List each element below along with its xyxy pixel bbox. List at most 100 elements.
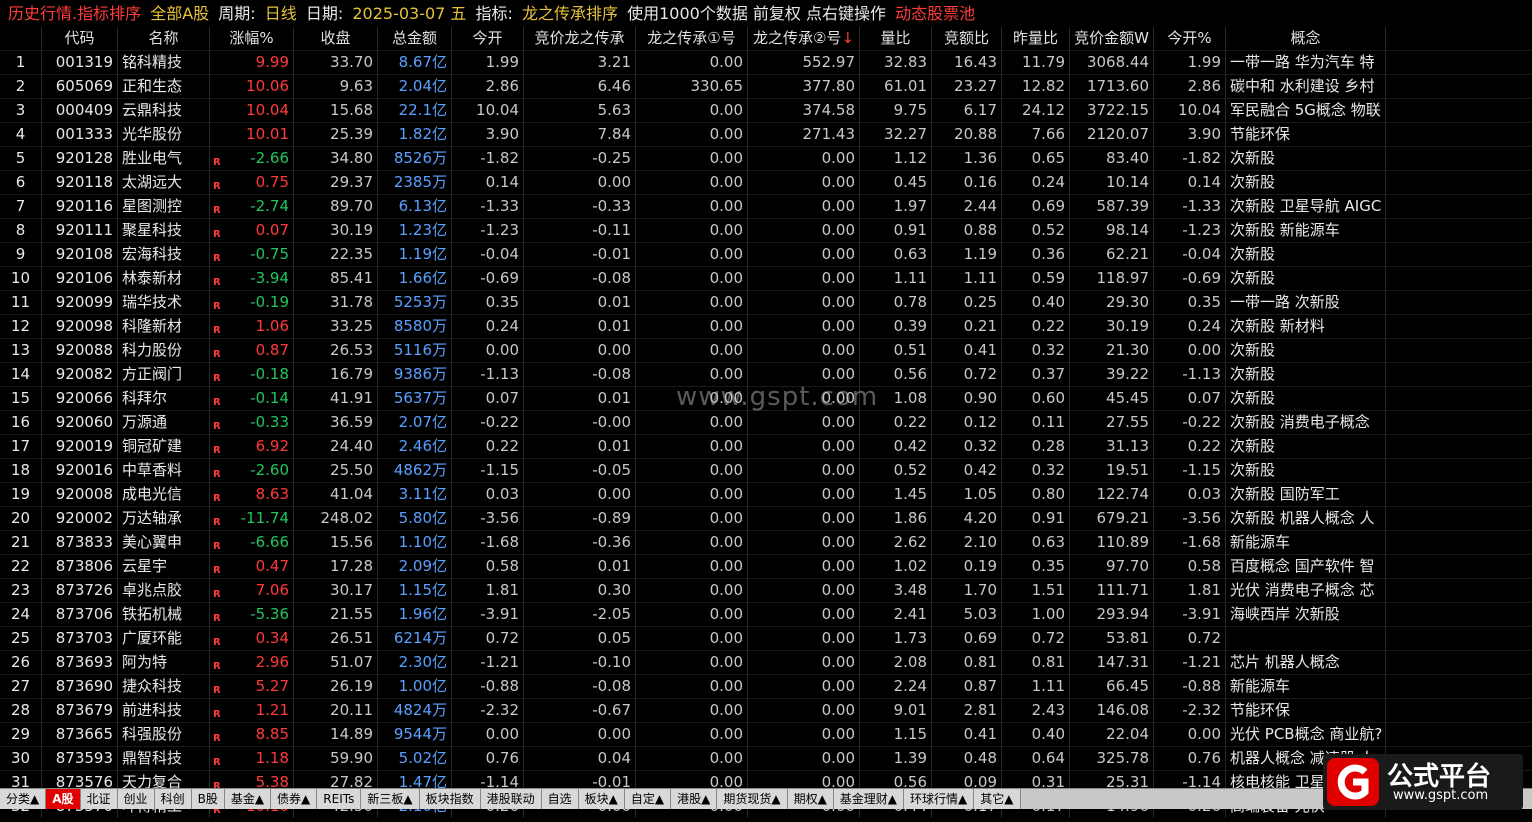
cell-concept: 节能环保 <box>1226 123 1386 146</box>
column-header-11[interactable]: 竞额比 <box>932 27 1002 50</box>
table-row[interactable]: 8 920111 聚星科技 0.07 30.19 1.23亿 -1.23 -0.11 0.00 0… <box>0 218 1532 242</box>
cell-chg: -0.14 <box>210 387 294 410</box>
tab-14[interactable]: 自定▲ <box>624 789 672 809</box>
table-row[interactable]: 5 920128 胜业电气 -2.66 34.80 8526万 -1.82 -0.25 0.00… <box>0 146 1532 170</box>
table-row[interactable]: 7 920116 星图测控 -2.74 89.70 6.13亿 -1.33 -0.33 0.00… <box>0 194 1532 218</box>
cell-n: 12 <box>0 315 42 338</box>
tab-7[interactable]: 债券▲ <box>271 789 318 809</box>
column-header-5[interactable]: 总金额 <box>378 27 452 50</box>
cell-lb: 0.78 <box>860 291 932 314</box>
cell-zlb: 2.43 <box>1002 699 1070 722</box>
table-row[interactable]: 21 873833 美心翼申 -6.66 15.56 1.10亿 -1.68 -0.36 0.0… <box>0 530 1532 554</box>
stock-pool-link[interactable]: 动态股票池 <box>895 4 975 23</box>
table-row[interactable]: 10 920106 林泰新材 -3.94 85.41 1.66亿 -0.69 -0.08 0.0… <box>0 266 1532 290</box>
cell-name: 鼎智科技 <box>118 747 210 770</box>
column-header-3[interactable]: 涨幅% <box>210 27 294 50</box>
table-row[interactable]: 25 873703 广厦环能 0.34 26.51 6214万 0.72 0.05 0.00 0.… <box>0 626 1532 650</box>
table-row[interactable]: 9 920108 宏海科技 -0.75 22.35 1.19亿 -0.04 -0.01 0.00… <box>0 242 1532 266</box>
tab-11[interactable]: 港股联动 <box>480 789 542 809</box>
table-row[interactable]: 18 920016 中草香料 -2.60 25.50 4862万 -1.15 -0.05 0.0… <box>0 458 1532 482</box>
tab-20[interactable]: 其它▲ <box>974 789 1021 809</box>
column-header-12[interactable]: 昨量比 <box>1002 27 1070 50</box>
table-row[interactable]: 4 001333 光华股份 10.01 25.39 1.82亿 3.90 7.84 0.00 27… <box>0 122 1532 146</box>
table-row[interactable]: 1 001319 铭科精技 9.99 33.70 8.67亿 1.99 3.21 0.00 552… <box>0 50 1532 74</box>
cell-code: 920060 <box>42 411 118 434</box>
table-row[interactable]: 2 605069 正和生态 10.06 9.63 2.04亿 2.86 6.46 330.65 3… <box>0 74 1532 98</box>
cell-name: 成电光信 <box>118 483 210 506</box>
cell-name: 科强股份 <box>118 723 210 746</box>
cell-jj: 0.01 <box>524 315 636 338</box>
tab-2[interactable]: 北证 <box>80 789 118 809</box>
table-row[interactable]: 16 920060 万源通 -0.33 36.59 2.07亿 -0.22 -0.00 0.00… <box>0 410 1532 434</box>
indicator-value[interactable]: 龙之传承排序 <box>522 4 618 23</box>
title-section[interactable]: 历史行情.指标排序 <box>8 4 141 23</box>
cell-jj: 0.01 <box>524 435 636 458</box>
table-row[interactable]: 23 873726 卓兆点胶 7.06 30.17 1.15亿 1.81 0.30 0.00 0.… <box>0 578 1532 602</box>
tab-10[interactable]: 板块指数 <box>419 789 481 809</box>
tab-4[interactable]: 科创 <box>154 789 192 809</box>
column-header-14[interactable]: 今开% <box>1154 27 1226 50</box>
table-row[interactable]: 26 873693 阿为特 2.96 51.07 2.30亿 -1.21 -0.10 0.00 0… <box>0 650 1532 674</box>
cell-jjw: 118.97 <box>1070 267 1154 290</box>
cell-l2: 0.00 <box>748 411 860 434</box>
period-value[interactable]: 日线 <box>265 4 297 23</box>
column-header-8[interactable]: 龙之传承①号 <box>636 27 748 50</box>
cell-l1: 0.00 <box>636 651 748 674</box>
column-header-4[interactable]: 收盘 <box>294 27 378 50</box>
tab-12[interactable]: 自选 <box>541 789 579 809</box>
table-row[interactable]: 20 920002 万达轴承 -11.74 248.02 5.80亿 -3.56 -0.89 0… <box>0 506 1532 530</box>
table-row[interactable]: 12 920098 科隆新材 1.06 33.25 8580万 0.24 0.01 0.00 0.… <box>0 314 1532 338</box>
table-row[interactable]: 3 000409 云鼎科技 10.04 15.68 22.1亿 10.04 5.63 0.00 3… <box>0 98 1532 122</box>
cell-open: 0.03 <box>452 483 524 506</box>
column-header-6[interactable]: 今开 <box>452 27 524 50</box>
cell-openp: 0.35 <box>1154 291 1226 314</box>
tab-18[interactable]: 基金理财▲ <box>833 789 905 809</box>
column-header-1[interactable]: 代码 <box>42 27 118 50</box>
cell-zlb: 0.52 <box>1002 219 1070 242</box>
tab-5[interactable]: B股 <box>191 789 225 809</box>
date-value[interactable]: 2025-03-07 五 <box>352 4 466 23</box>
column-header-13[interactable]: 竞价金额W <box>1070 27 1154 50</box>
tab-16[interactable]: 期货现货▲ <box>717 789 788 809</box>
table-row[interactable]: 30 873593 鼎智科技 1.18 59.90 5.02亿 0.76 0.04 0.00 0.… <box>0 746 1532 770</box>
table-row[interactable]: 19 920008 成电光信 8.63 41.04 3.11亿 0.03 0.00 0.00 0.… <box>0 482 1532 506</box>
cell-concept: 次新股 <box>1226 459 1386 482</box>
table-row[interactable]: 13 920088 科力股份 0.87 26.53 5116万 0.00 0.00 0.00 0.… <box>0 338 1532 362</box>
tab-15[interactable]: 港股▲ <box>671 789 718 809</box>
cell-jeb: 0.72 <box>932 363 1002 386</box>
cell-lb: 0.39 <box>860 315 932 338</box>
tab-17[interactable]: 期权▲ <box>787 789 834 809</box>
tab-6[interactable]: 基金▲ <box>224 789 272 809</box>
table-row[interactable]: 17 920019 铜冠矿建 6.92 24.40 2.46亿 0.22 0.01 0.00 0.… <box>0 434 1532 458</box>
column-header-0[interactable] <box>0 27 42 50</box>
table-row[interactable]: 27 873690 捷众科技 5.27 26.19 1.00亿 -0.88 -0.08 0.00… <box>0 674 1532 698</box>
table-row[interactable]: 24 873706 铁拓机械 -5.36 21.55 1.96亿 -3.91 -2.05 0.0… <box>0 602 1532 626</box>
table-row[interactable]: 22 873806 云星宇 0.47 17.28 2.09亿 0.58 0.01 0.00 0.0… <box>0 554 1532 578</box>
tab-3[interactable]: 创业 <box>117 789 155 809</box>
table-row[interactable]: 11 920099 瑞华技术 -0.19 31.78 5253万 0.35 0.01 0.00 0… <box>0 290 1532 314</box>
tab-9[interactable]: 新三板▲ <box>361 789 420 809</box>
column-header-2[interactable]: 名称 <box>118 27 210 50</box>
market-selector[interactable]: 全部A股 <box>150 4 209 23</box>
cell-open: 0.72 <box>452 627 524 650</box>
column-header-7[interactable]: 竞价龙之传承 <box>524 27 636 50</box>
tab-13[interactable]: 板块▲ <box>578 789 625 809</box>
table-row[interactable]: 6 920118 太湖远大 0.75 29.37 2385万 0.14 0.00 0.00 0.0… <box>0 170 1532 194</box>
column-header-9[interactable]: 龙之传承②号↓ <box>748 27 860 50</box>
tab-1[interactable]: A股 <box>46 789 81 809</box>
tab-8[interactable]: REITs <box>317 789 362 809</box>
cell-jeb: 0.19 <box>932 555 1002 578</box>
cell-code: 873665 <box>42 723 118 746</box>
column-header-10[interactable]: 量比 <box>860 27 932 50</box>
cell-n: 5 <box>0 147 42 170</box>
cell-l2: 0.00 <box>748 483 860 506</box>
cell-close: 31.78 <box>294 291 378 314</box>
tab-0[interactable]: 分类▲ <box>0 789 47 809</box>
table-row[interactable]: 28 873679 前进科技 1.21 20.11 4824万 -2.32 -0.67 0.00… <box>0 698 1532 722</box>
cell-name: 星图测控 <box>118 195 210 218</box>
cell-name: 铜冠矿建 <box>118 435 210 458</box>
table-row[interactable]: 29 873665 科强股份 8.85 14.89 9544万 0.00 0.00 0.00 0.… <box>0 722 1532 746</box>
column-header-15[interactable]: 概念 <box>1226 27 1386 50</box>
cell-name: 铭科精技 <box>118 51 210 74</box>
tab-19[interactable]: 环球行情▲ <box>904 789 975 809</box>
